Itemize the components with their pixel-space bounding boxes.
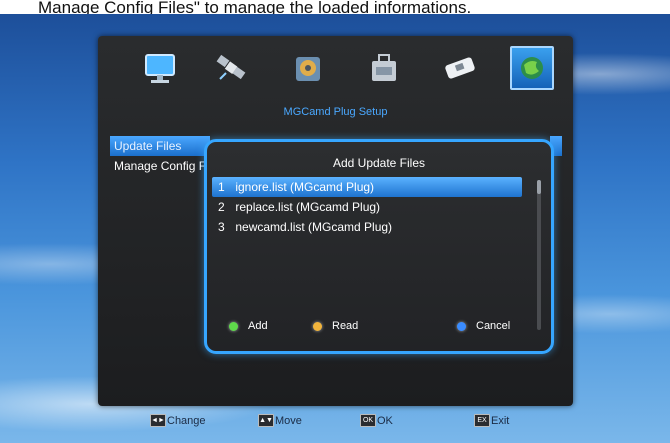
- ok-hint[interactable]: OK OK: [360, 414, 393, 427]
- yellow-dot-icon: [313, 321, 322, 331]
- menu-item-update-files[interactable]: Update Files: [110, 136, 210, 156]
- top-icon-bar: [138, 46, 558, 96]
- item-number: 3: [218, 220, 225, 234]
- ok-label: OK: [377, 414, 393, 427]
- item-number: 2: [218, 200, 225, 214]
- list-item[interactable]: 1 ignore.list (MGcamd Plug): [212, 177, 522, 197]
- add-update-files-dialog: Add Update Files 1 ignore.list (MGcamd P…: [204, 139, 554, 354]
- scrollbar-thumb[interactable]: [537, 180, 541, 194]
- read-button-label: Read: [332, 320, 359, 332]
- item-label: replace.list (MGcamd Plug): [235, 200, 381, 214]
- read-button[interactable]: Read: [313, 318, 358, 334]
- menu-title: MGCamd Plug Setup: [283, 106, 388, 118]
- tv-screen: MGCamd Plug Setup Update Files Manage Co…: [0, 14, 670, 443]
- move-hint[interactable]: ▲▼ Move: [258, 414, 302, 427]
- left-right-key-icon: ◄►: [150, 414, 166, 427]
- list-item[interactable]: 3 newcamd.list (MGcamd Plug): [212, 217, 522, 237]
- plug-icon[interactable]: [438, 46, 482, 90]
- dialog-title: Add Update Files: [332, 156, 426, 170]
- list-item[interactable]: 2 replace.list (MGcamd Plug): [212, 197, 522, 217]
- item-number: 1: [218, 180, 225, 194]
- exit-label: Exit: [491, 414, 510, 427]
- item-label: newcamd.list (MGcamd Plug): [235, 220, 393, 234]
- satellite-icon[interactable]: [210, 46, 254, 90]
- list-scrollbar[interactable]: [537, 180, 541, 330]
- monitor-icon[interactable]: [138, 46, 182, 90]
- left-menu: Update Files Manage Config Files: [110, 136, 210, 176]
- exit-hint[interactable]: EX Exit: [474, 414, 509, 427]
- change-label: Change: [167, 414, 206, 427]
- cancel-button-label: Cancel: [476, 320, 511, 332]
- green-dot-icon: [229, 321, 238, 331]
- add-button[interactable]: Add: [229, 318, 268, 334]
- globe-icon[interactable]: [510, 46, 554, 90]
- settings-icon[interactable]: [286, 46, 330, 90]
- ok-key-icon: OK: [360, 414, 376, 427]
- item-label: ignore.list (MGcamd Plug): [235, 180, 375, 194]
- cancel-button[interactable]: Cancel: [457, 318, 510, 334]
- footer-hints: ◄► Change ▲▼ Move OK OK EX Exit: [98, 412, 573, 432]
- change-hint[interactable]: ◄► Change: [150, 414, 206, 427]
- blue-dot-icon: [457, 321, 466, 331]
- up-down-key-icon: ▲▼: [258, 414, 274, 427]
- setup-panel: MGCamd Plug Setup Update Files Manage Co…: [98, 36, 573, 406]
- move-label: Move: [275, 414, 302, 427]
- exit-key-icon: EX: [474, 414, 490, 427]
- add-button-label: Add: [248, 320, 268, 332]
- toolbox-icon[interactable]: [362, 46, 406, 90]
- update-files-list: 1 ignore.list (MGcamd Plug) 2 replace.li…: [212, 177, 522, 237]
- menu-item-manage-config-files[interactable]: Manage Config Files: [110, 156, 210, 176]
